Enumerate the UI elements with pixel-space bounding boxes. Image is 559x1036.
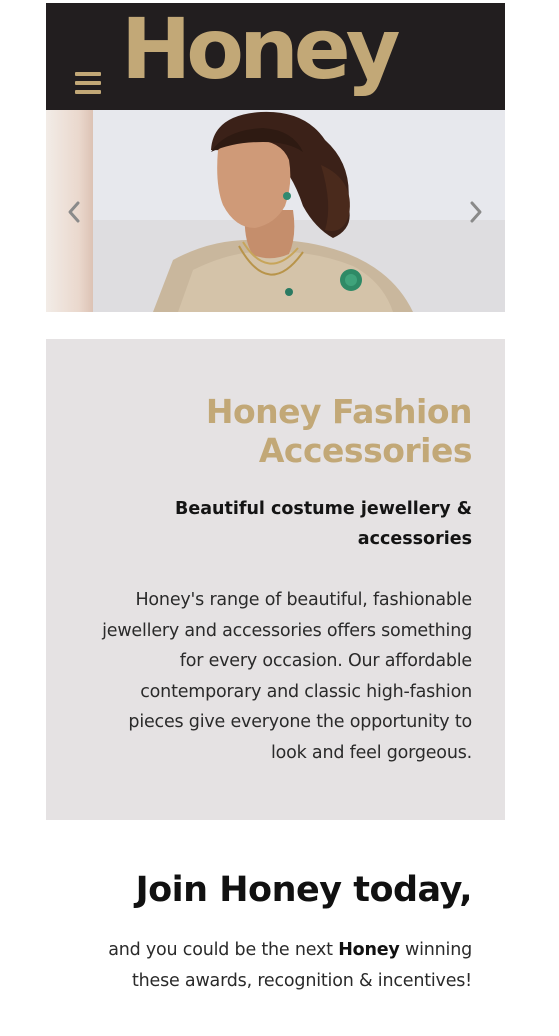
carousel-slide-image bbox=[93, 110, 505, 312]
honey-logo[interactable]: Honey bbox=[121, 3, 401, 103]
description-line: look and feel gorgeous. bbox=[270, 742, 472, 763]
join-description-line: and you could be the next Honey winning bbox=[32, 935, 472, 966]
section-title: Honey Fashion Accessories bbox=[92, 392, 473, 470]
site-header: Honey bbox=[46, 3, 505, 110]
join-heading: Join Honey today, bbox=[135, 870, 473, 910]
chevron-right-icon[interactable] bbox=[468, 200, 484, 224]
fashion-accessories-section: Honey Fashion Accessories Beautiful cost… bbox=[46, 339, 505, 820]
model-wearing-jewellery-photo bbox=[93, 110, 505, 312]
join-text-before: and you could be the next bbox=[108, 940, 339, 960]
description-line: jewellery and accessories offers somethi… bbox=[102, 620, 472, 641]
join-description-line: these awards, recognition & incentives! bbox=[131, 970, 472, 991]
description-line: contemporary and classic high-fashion bbox=[140, 681, 472, 702]
section-subtitle-line: Beautiful costume jewellery & bbox=[175, 499, 472, 519]
menu-bar bbox=[75, 90, 101, 94]
description-line: for every occasion. Our affordable bbox=[179, 651, 472, 672]
description-line: Honey's range of beautiful, fashionable bbox=[135, 590, 472, 610]
hero-carousel bbox=[46, 110, 505, 312]
section-title-line: Honey Fashion bbox=[205, 392, 473, 431]
join-brand-name: Honey bbox=[338, 940, 400, 960]
description-line: pieces give everyone the opportunity to bbox=[128, 712, 472, 733]
section-subtitle: Beautiful costume jewellery & accessorie… bbox=[92, 494, 472, 554]
section-title-line: Accessories bbox=[258, 431, 473, 470]
section-description: Honey's range of beautiful, fashionable … bbox=[72, 585, 472, 769]
join-text-after: winning bbox=[399, 940, 472, 960]
section-subtitle-line: accessories bbox=[357, 529, 472, 549]
menu-bar bbox=[75, 81, 101, 85]
join-description: and you could be the next Honey winning … bbox=[32, 935, 472, 996]
menu-bar bbox=[75, 72, 101, 76]
chevron-left-icon[interactable] bbox=[66, 200, 82, 224]
hamburger-menu-icon[interactable] bbox=[75, 72, 101, 94]
